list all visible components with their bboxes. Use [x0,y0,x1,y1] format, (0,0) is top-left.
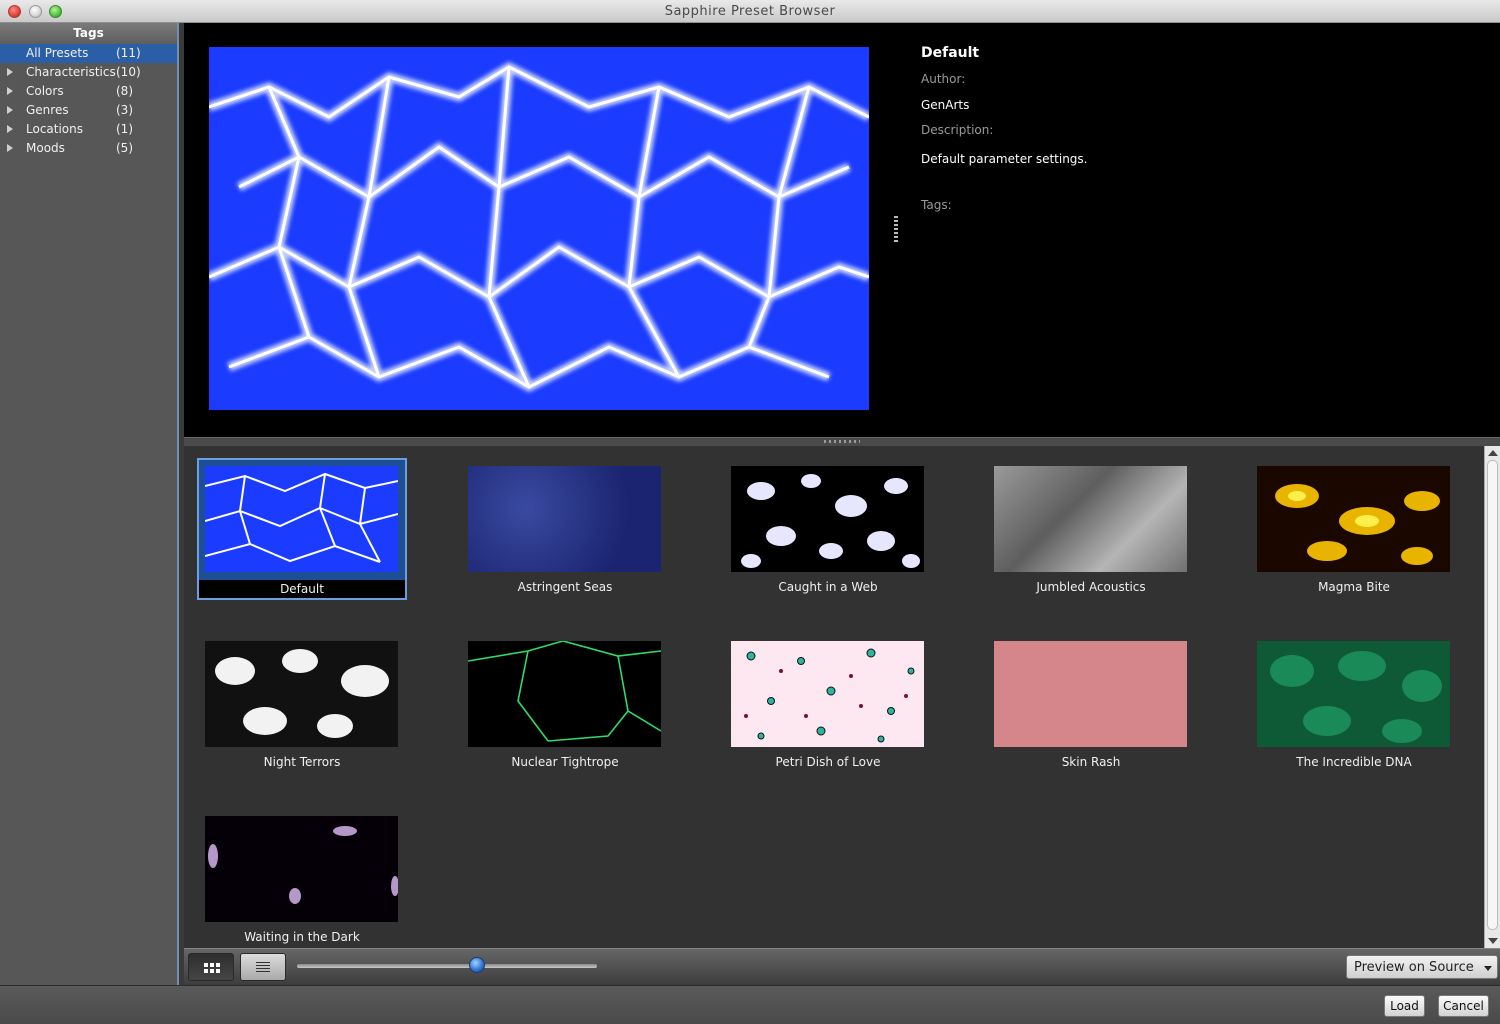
preset-name: Default [199,580,405,598]
tag-count: (3) [116,103,133,117]
preset-thumbnail [468,641,661,747]
tag-name: Moods [26,141,65,155]
preset-name: Night Terrors [263,755,341,769]
preset-thumbnail [205,466,398,572]
preset-thumbnail [1257,641,1450,747]
cancel-button[interactable]: Cancel [1438,995,1489,1017]
preset-tile-astringent-seas[interactable]: Astringent Seas [460,458,670,600]
dialog-footer: Load Cancel [0,985,1500,1024]
preset-name: Jumbled Acoustics [1036,580,1146,594]
preset-thumbnail [731,466,924,572]
tag-genres[interactable]: Genres (3) [0,101,177,120]
author-label: Author: [921,72,966,86]
scroll-down-arrow-icon[interactable] [1488,938,1498,944]
preset-tile-the-incredible-dna[interactable]: The Incredible DNA [1249,633,1459,775]
preset-thumbnail [731,641,924,747]
preset-thumbnail [1257,466,1450,572]
tag-colors[interactable]: Colors (8) [0,82,177,101]
tag-all-presets[interactable]: All Presets (11) [0,44,177,63]
disclosure-triangle-icon[interactable] [7,106,13,114]
preset-thumbnail [205,816,398,922]
tag-name: Colors [26,84,64,98]
preset-grid: Default Astringent Seas Caught in a Web … [184,446,1484,948]
list-icon [256,962,270,973]
preset-tile-magma-bite[interactable]: Magma Bite [1249,458,1459,600]
preset-tile-caught-in-a-web[interactable]: Caught in a Web [723,458,933,600]
disclosure-triangle-icon[interactable] [7,68,13,76]
thumbnail-size-slider[interactable] [297,964,597,968]
preset-name: Skin Rash [1061,755,1121,769]
preset-thumbnail [994,641,1187,747]
preset-name: The Incredible DNA [1296,755,1412,769]
tag-count: (1) [116,122,133,136]
preset-tile-nuclear-tightrope[interactable]: Nuclear Tightrope [460,633,670,775]
preset-browser-window: Sapphire Preset Browser Tags All Presets… [0,0,1500,1024]
tags-header: Tags [0,23,177,44]
preset-thumbnail [994,466,1187,572]
preset-tile-waiting-in-the-dark[interactable]: Waiting in the Dark [197,808,407,948]
preset-tile-skin-rash[interactable]: Skin Rash [986,633,1196,775]
disclosure-triangle-icon[interactable] [7,144,13,152]
scrollbar-thumb[interactable] [1487,460,1498,930]
tag-locations[interactable]: Locations (1) [0,120,177,139]
panel-resize-handle[interactable] [894,216,898,244]
load-button[interactable]: Load [1384,995,1425,1017]
preset-name: Nuclear Tightrope [511,755,619,769]
preview-panel: Default Author: GenArts Description: Def… [184,23,1500,437]
window-title: Sapphire Preset Browser [664,4,836,19]
disclosure-triangle-icon[interactable] [7,125,13,133]
preview-mode-value: Preview on Source [1354,960,1474,975]
preset-tile-default[interactable]: Default [197,458,407,600]
grid-view-button[interactable] [188,953,234,981]
tag-name: All Presets [26,46,89,60]
preset-name: Magma Bite [1318,580,1390,594]
split-view-handle[interactable] [184,437,1500,446]
tags-label: Tags: [921,198,952,212]
disclosure-triangle-icon[interactable] [7,87,13,95]
tag-count: (5) [116,141,133,155]
preset-thumbnail [205,641,398,747]
list-view-button[interactable] [240,953,286,981]
scroll-up-arrow-icon[interactable] [1488,450,1498,456]
tag-count: (10) [116,65,141,79]
chevron-down-icon [1484,966,1492,971]
preset-title: Default [921,45,980,61]
preset-name: Astringent Seas [517,580,613,594]
grid-scrollbar[interactable] [1484,446,1500,948]
preview-mode-select[interactable]: Preview on Source [1346,955,1498,979]
preset-name: Petri Dish of Love [775,755,881,769]
tag-moods[interactable]: Moods (5) [0,139,177,158]
preset-tile-night-terrors[interactable]: Night Terrors [197,633,407,775]
tag-name: Characteristics [26,65,116,79]
title-bar[interactable]: Sapphire Preset Browser [0,0,1500,23]
preset-tile-petri-dish-of-love[interactable]: Petri Dish of Love [723,633,933,775]
tag-name: Genres [26,103,69,117]
tag-characteristics[interactable]: Characteristics (10) [0,63,177,82]
grid-icon [204,963,220,973]
tags-sidebar: Tags All Presets (11) Characteristics (1… [0,23,179,985]
preset-preview-image [209,47,869,410]
tag-count: (11) [116,46,141,60]
preset-tile-jumbled-acoustics[interactable]: Jumbled Acoustics [986,458,1196,600]
tag-count: (8) [116,84,133,98]
preset-thumbnail [468,466,661,572]
description-label: Description: [921,123,994,137]
grip-icon [824,440,860,443]
description-value: Default parameter settings. [921,152,1088,166]
preset-name: Caught in a Web [778,580,878,594]
thumbnail-size-slider-knob[interactable] [469,957,485,973]
grid-toolbar: Preview on Source [184,948,1500,984]
preset-name: Waiting in the Dark [244,930,360,944]
tag-name: Locations [26,122,84,136]
author-value: GenArts [921,98,970,112]
